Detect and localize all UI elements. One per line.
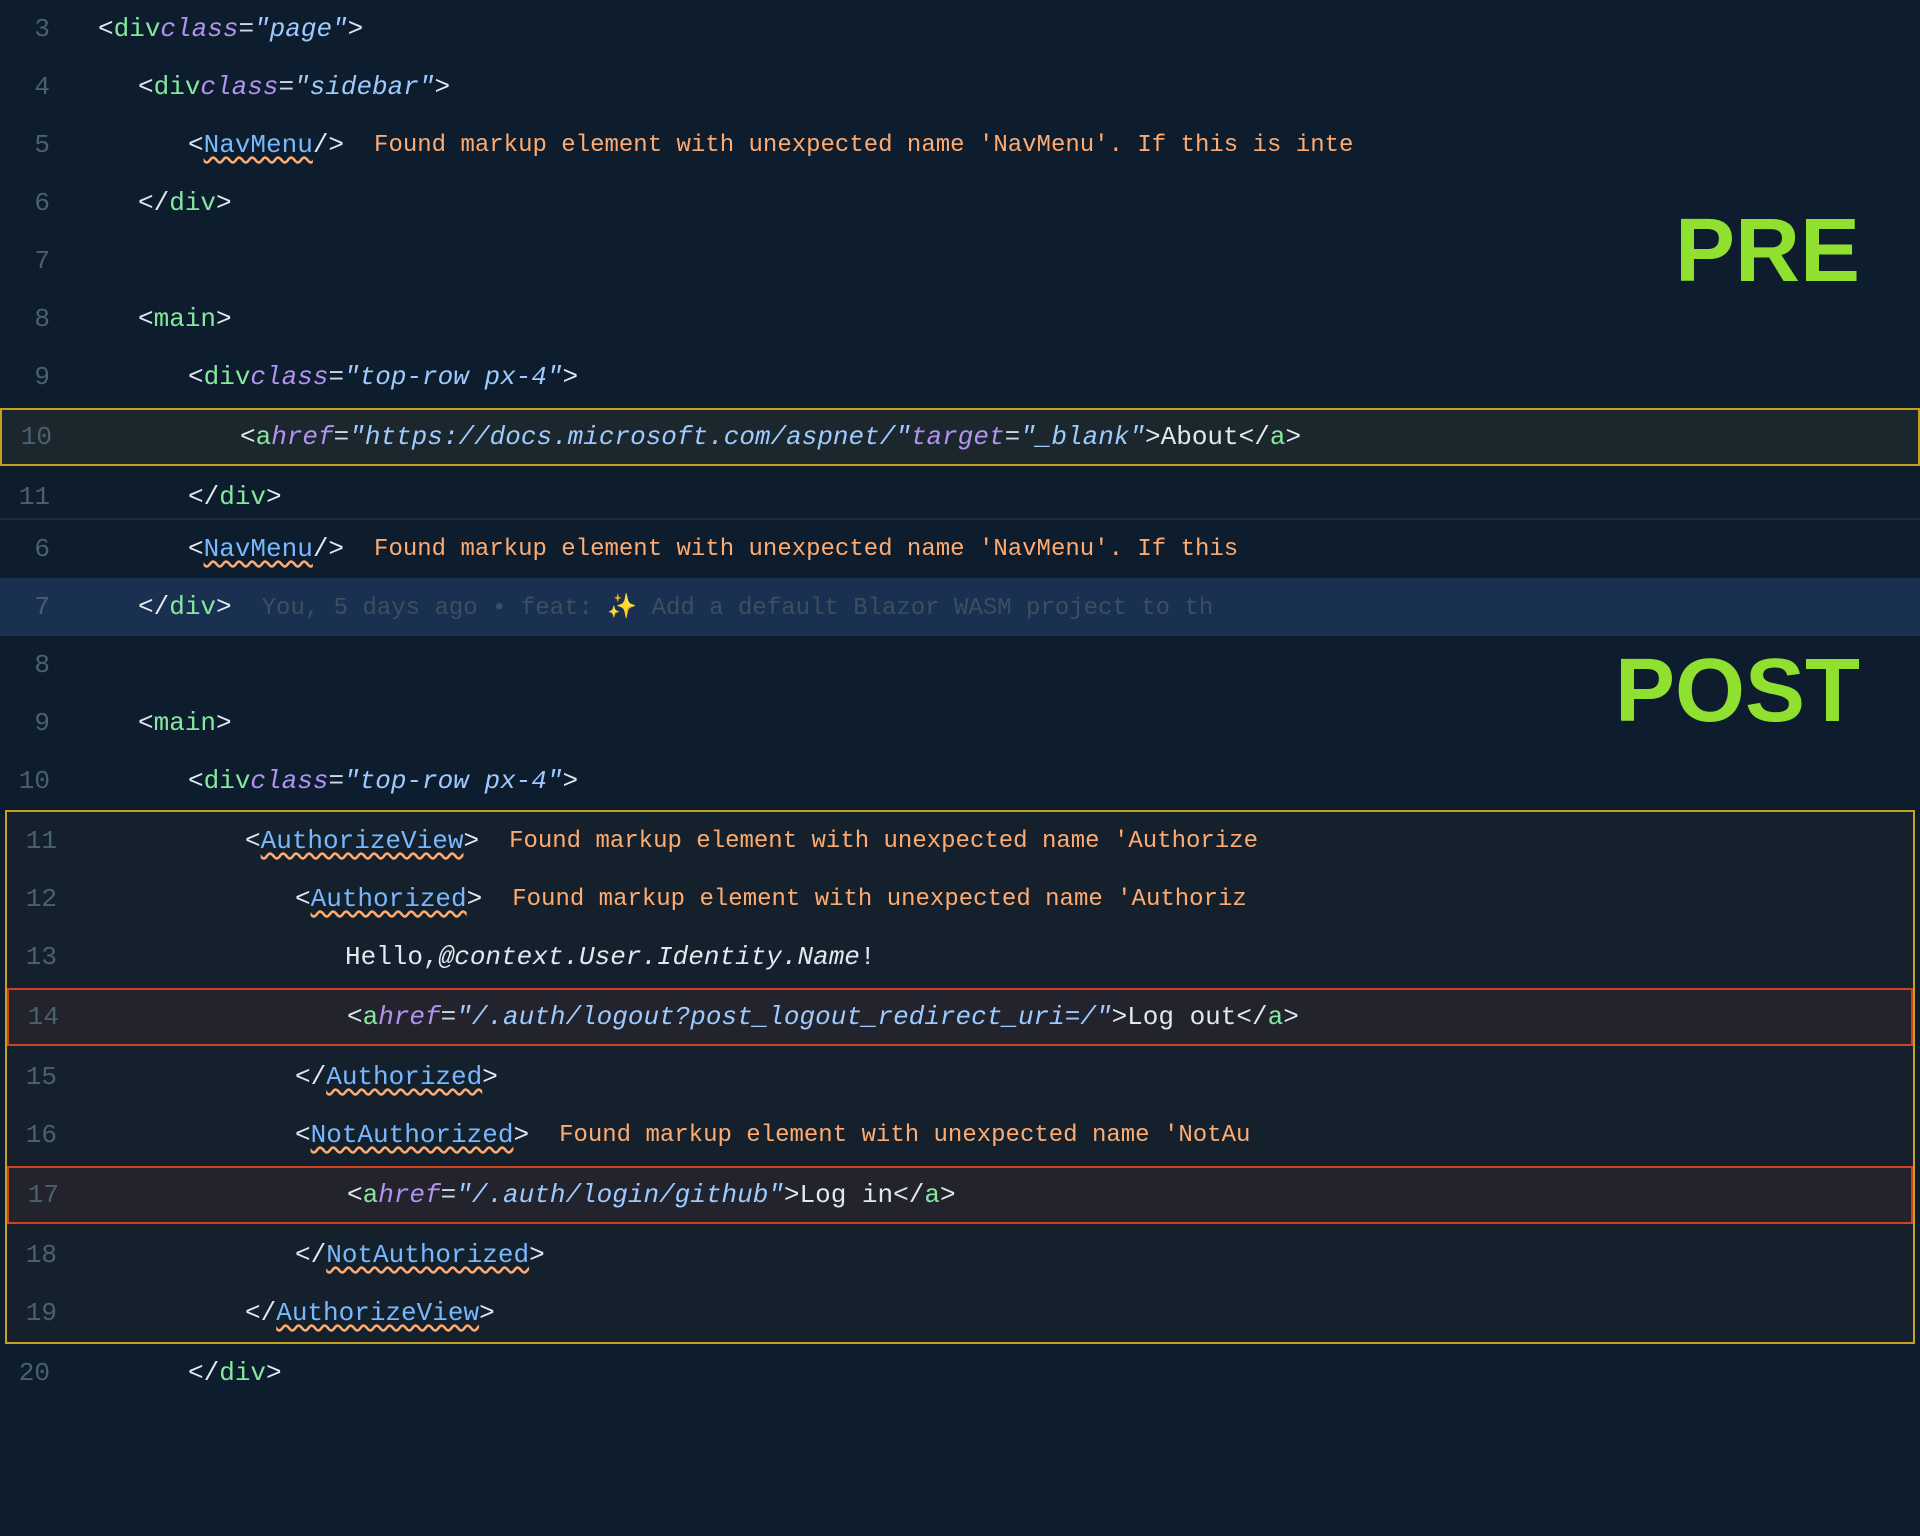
- code-line-11-pre: 11 </div>: [0, 468, 1920, 520]
- error-navmenu-pre: Found markup element with unexpected nam…: [374, 132, 1353, 159]
- line-num-15-post: 15: [7, 1062, 77, 1092]
- code-line-5: 5 <NavMenu /> Found markup element with …: [0, 116, 1920, 174]
- line-num-13-post: 13: [7, 942, 77, 972]
- code-line-7-post: 7 </div> You, 5 days ago • feat: ✨ Add a…: [0, 578, 1920, 636]
- line-num-18-post: 18: [7, 1240, 77, 1270]
- code-line-8: 8 <main>: [0, 290, 1920, 348]
- line-num-3: 3: [0, 14, 70, 44]
- line-num-7: 7: [0, 246, 70, 276]
- error-authorized: Found markup element with unexpected nam…: [512, 886, 1247, 913]
- line-num-12-post: 12: [7, 884, 77, 914]
- line-num-6: 6: [0, 188, 70, 218]
- code-line-20-post: 20 </div>: [0, 1344, 1920, 1402]
- pre-label: PRE: [1675, 200, 1860, 303]
- code-line-13-post: 13 Hello, @context.User.Identity.Name!: [7, 928, 1913, 986]
- line-num-4: 4: [0, 72, 70, 102]
- code-line-6-post: 6 <NavMenu /> Found markup element with …: [0, 520, 1920, 578]
- post-label: POST: [1615, 640, 1860, 743]
- code-line-19-post: 19 </AuthorizeView>: [7, 1284, 1913, 1342]
- code-line-11-post: 11 <AuthorizeView> Found markup element …: [7, 812, 1913, 870]
- code-line-10-post: 10 <div class="top-row px-4">: [0, 752, 1920, 810]
- yellow-box-post: 11 <AuthorizeView> Found markup element …: [5, 810, 1915, 1344]
- code-line-16-post: 16 <NotAuthorized> Found markup element …: [7, 1106, 1913, 1164]
- code-line-14-post: 14 <a href="/.auth/logout?post_logout_re…: [7, 988, 1913, 1046]
- line-num-10-post: 10: [0, 766, 70, 796]
- pre-section: PRE 3 <div class="page"> 4 <div class="s…: [0, 0, 1920, 520]
- code-line-15-post: 15 </Authorized>: [7, 1048, 1913, 1106]
- line-num-9-post: 9: [0, 708, 70, 738]
- code-line-10-pre: 10 <a href="https://docs.microsoft.com/a…: [0, 408, 1920, 466]
- code-line-18-post: 18 </NotAuthorized>: [7, 1226, 1913, 1284]
- line-num-11-post: 11: [7, 826, 77, 856]
- post-section: POST 6 <NavMenu /> Found markup element …: [0, 520, 1920, 1536]
- line-num-14-post: 14: [9, 1002, 79, 1032]
- line-num-10: 10: [2, 422, 72, 452]
- editor-container: PRE 3 <div class="page"> 4 <div class="s…: [0, 0, 1920, 1536]
- code-line-7: 7: [0, 232, 1920, 290]
- code-line-3: 3 <div class="page">: [0, 0, 1920, 58]
- line-num-11: 11: [0, 482, 70, 512]
- line-num-20-post: 20: [0, 1358, 70, 1388]
- line-num-8: 8: [0, 304, 70, 334]
- code-line-17-post: 17 <a href="/.auth/login/github">Log in<…: [7, 1166, 1913, 1224]
- code-line-9: 9 <div class="top-row px-4">: [0, 348, 1920, 406]
- error-authorizeview: Found markup element with unexpected nam…: [509, 828, 1258, 855]
- line-num-8-post: 8: [0, 650, 70, 680]
- line-num-5: 5: [0, 130, 70, 160]
- line-num-9: 9: [0, 362, 70, 392]
- error-notauthorized: Found markup element with unexpected nam…: [559, 1122, 1250, 1149]
- line-num-6-post: 6: [0, 534, 70, 564]
- code-line-12-post: 12 <Authorized> Found markup element wit…: [7, 870, 1913, 928]
- line-num-7-post: 7: [0, 592, 70, 622]
- error-navmenu-post: Found markup element with unexpected nam…: [374, 536, 1238, 563]
- line-num-19-post: 19: [7, 1298, 77, 1328]
- line-num-16-post: 16: [7, 1120, 77, 1150]
- git-blame-7-post: You, 5 days ago • feat: ✨ Add a default …: [262, 592, 1214, 622]
- code-line-4: 4 <div class="sidebar">: [0, 58, 1920, 116]
- line-num-17-post: 17: [9, 1180, 79, 1210]
- code-line-6: 6 </div>: [0, 174, 1920, 232]
